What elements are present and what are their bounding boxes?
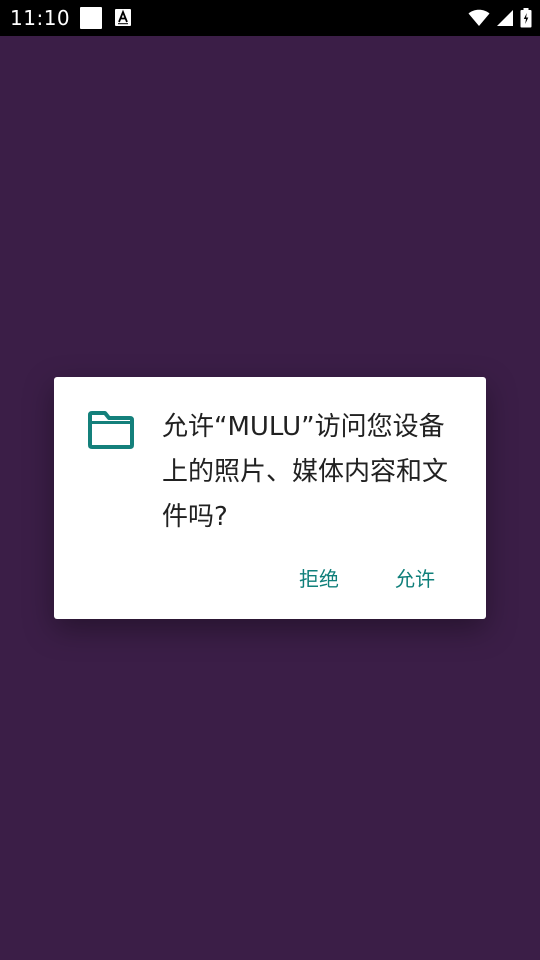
signal-icon [497,10,513,26]
deny-button[interactable]: 拒绝 [297,559,341,599]
accessibility-a-icon [115,9,131,26]
notification-square-icon [80,7,102,29]
status-bar: 11:10 [0,0,540,36]
status-icons-right [468,6,532,30]
permission-dialog: 允许“MULU”访问您设备上的照片、媒体内容和文件吗? 拒绝 允许 [54,377,486,619]
allow-button[interactable]: 允许 [393,559,437,599]
status-time: 11:10 [10,6,71,30]
wifi-icon [468,9,490,26]
battery-icon [520,8,532,28]
dialog-message: 允许“MULU”访问您设备上的照片、媒体内容和文件吗? [162,412,449,532]
dialog-actions: 拒绝 允许 [54,559,486,599]
folder-icon [88,411,134,449]
